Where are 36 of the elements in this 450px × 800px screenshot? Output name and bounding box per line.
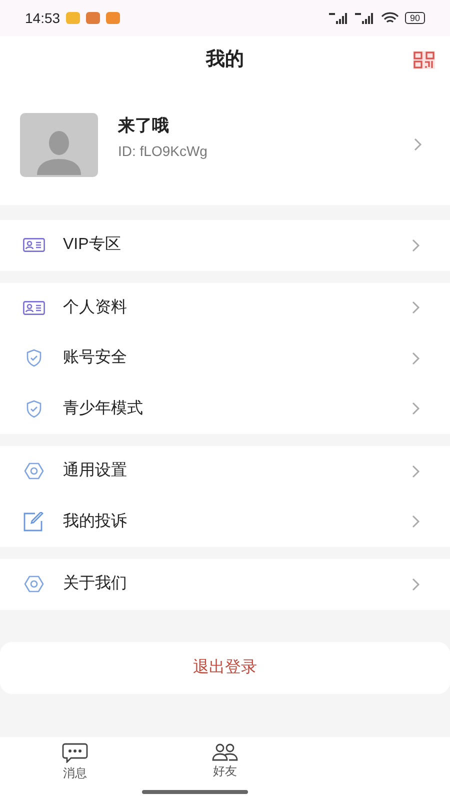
menu-item[interactable]: 我的投诉 xyxy=(0,496,450,547)
status-time: 14:53 xyxy=(25,8,60,28)
gear-icon xyxy=(24,575,44,594)
user-id: ID: fLO9KcWg xyxy=(118,142,208,161)
menu-item[interactable]: 个人资料 xyxy=(0,282,450,333)
tab[interactable]: 消息 xyxy=(0,737,150,800)
chevron-icon xyxy=(414,138,422,151)
menu-item[interactable]: 账号安全 xyxy=(0,333,450,384)
chevron-icon xyxy=(412,578,420,591)
chat-icon xyxy=(62,743,88,763)
edit-icon xyxy=(23,512,45,532)
chevron-icon xyxy=(412,515,420,528)
qr-code-icon[interactable] xyxy=(412,50,436,70)
friends-icon xyxy=(212,743,238,761)
chevron-icon xyxy=(412,352,420,365)
id-card-icon xyxy=(23,238,45,252)
wifi-icon xyxy=(380,12,399,24)
chevron-icon xyxy=(412,301,420,314)
signal-icon xyxy=(328,12,349,24)
user-name: 来了哦 xyxy=(118,115,170,138)
signal-icon xyxy=(354,12,375,24)
chevron-icon xyxy=(412,238,420,252)
page-title: 我的 xyxy=(206,48,244,72)
chevron-icon xyxy=(412,464,420,478)
menu-item[interactable]: 关于我们 xyxy=(0,559,450,610)
menu-item[interactable]: 青少年模式 xyxy=(0,384,450,434)
shield-icon xyxy=(26,400,42,418)
tab[interactable]: 好友 xyxy=(150,737,300,800)
menu-item[interactable]: 通用设置 xyxy=(0,446,450,496)
shield-icon xyxy=(26,349,42,368)
battery-level: 90 xyxy=(404,12,425,24)
gear-icon xyxy=(24,462,44,480)
logout-button[interactable]: 退出登录 xyxy=(0,642,450,694)
menu-item[interactable]: VIP专区 xyxy=(0,220,450,270)
id-card-icon xyxy=(23,300,45,315)
chevron-icon xyxy=(412,402,420,416)
